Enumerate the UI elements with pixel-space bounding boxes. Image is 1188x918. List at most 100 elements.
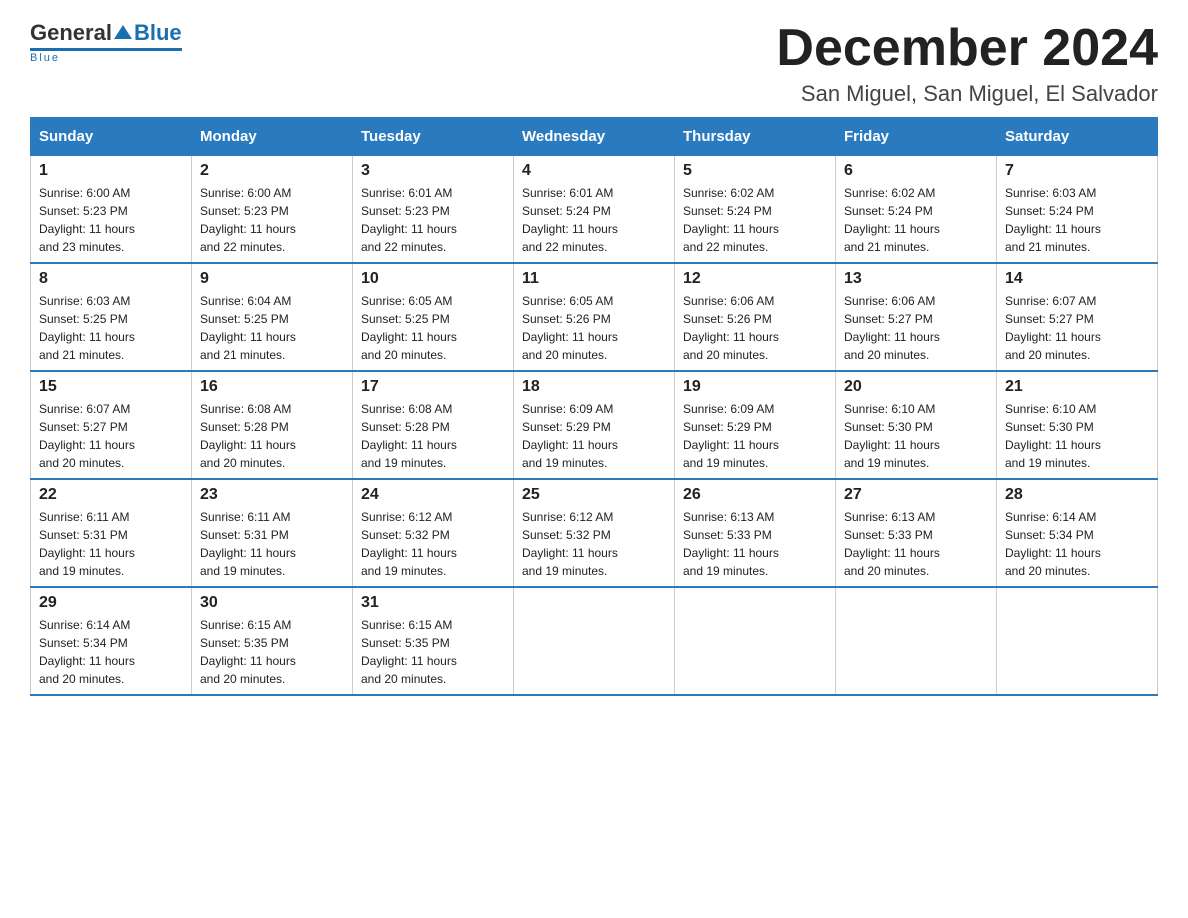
day-info: Sunrise: 6:08 AM Sunset: 5:28 PM Dayligh… [200, 400, 344, 472]
day-info: Sunrise: 6:09 AM Sunset: 5:29 PM Dayligh… [683, 400, 827, 472]
calendar-cell: 12 Sunrise: 6:06 AM Sunset: 5:26 PM Dayli… [675, 263, 836, 371]
day-number: 29 [39, 594, 183, 612]
day-number: 11 [522, 270, 666, 288]
calendar-cell: 31Sunrise: 6:15 AM Sunset: 5:35 PM Dayli… [353, 587, 514, 695]
day-info: Sunrise: 6:15 AM Sunset: 5:35 PM Dayligh… [200, 616, 344, 688]
day-number: 28 [1005, 486, 1149, 504]
day-number: 24 [361, 486, 505, 504]
day-info: Sunrise: 6:00 AM Sunset: 5:23 PM Dayligh… [39, 184, 183, 256]
calendar-cell: 11Sunrise: 6:05 AM Sunset: 5:26 PM Dayli… [514, 263, 675, 371]
calendar-cell: 10 Sunrise: 6:05 AM Sunset: 5:25 PM Dayli… [353, 263, 514, 371]
day-info: Sunrise: 6:15 AM Sunset: 5:35 PM Dayligh… [361, 616, 505, 688]
day-info: Sunrise: 6:13 AM Sunset: 5:33 PM Dayligh… [844, 508, 988, 580]
day-info: Sunrise: 6:01 AM Sunset: 5:24 PM Dayligh… [522, 184, 666, 256]
page-subtitle: San Miguel, San Miguel, El Salvador [776, 81, 1158, 107]
calendar-cell: 6Sunrise: 6:02 AM Sunset: 5:24 PM Daylig… [836, 156, 997, 264]
calendar-header-saturday: Saturday [997, 118, 1158, 156]
day-number: 19 [683, 378, 827, 396]
calendar-header-friday: Friday [836, 118, 997, 156]
day-number: 17 [361, 378, 505, 396]
calendar-cell: 18 Sunrise: 6:09 AM Sunset: 5:29 PM Dayli… [514, 371, 675, 479]
calendar-header-monday: Monday [192, 118, 353, 156]
day-number: 20 [844, 378, 988, 396]
day-info: Sunrise: 6:02 AM Sunset: 5:24 PM Dayligh… [683, 184, 827, 256]
day-info: Sunrise: 6:00 AM Sunset: 5:23 PM Dayligh… [200, 184, 344, 256]
calendar-cell: 4 Sunrise: 6:01 AM Sunset: 5:24 PM Daylig… [514, 156, 675, 264]
calendar-week-2: 8 Sunrise: 6:03 AM Sunset: 5:25 PM Daylig… [31, 263, 1158, 371]
calendar-cell: 19 Sunrise: 6:09 AM Sunset: 5:29 PM Dayli… [675, 371, 836, 479]
day-number: 30 [200, 594, 344, 612]
day-info: Sunrise: 6:03 AM Sunset: 5:25 PM Dayligh… [39, 292, 183, 364]
calendar-cell: 24 Sunrise: 6:12 AM Sunset: 5:32 PM Dayli… [353, 479, 514, 587]
day-info: Sunrise: 6:14 AM Sunset: 5:34 PM Dayligh… [39, 616, 183, 688]
logo-tagline: Blue [30, 52, 60, 64]
logo: General Blue Blue [30, 20, 182, 64]
day-info: Sunrise: 6:05 AM Sunset: 5:25 PM Dayligh… [361, 292, 505, 364]
day-info: Sunrise: 6:13 AM Sunset: 5:33 PM Dayligh… [683, 508, 827, 580]
day-info: Sunrise: 6:14 AM Sunset: 5:34 PM Dayligh… [1005, 508, 1149, 580]
title-block: December 2024 San Miguel, San Miguel, El… [776, 20, 1158, 107]
page-title: December 2024 [776, 20, 1158, 77]
day-number: 8 [39, 270, 183, 288]
day-info: Sunrise: 6:08 AM Sunset: 5:28 PM Dayligh… [361, 400, 505, 472]
day-number: 21 [1005, 378, 1149, 396]
calendar-cell: 25Sunrise: 6:12 AM Sunset: 5:32 PM Dayli… [514, 479, 675, 587]
day-info: Sunrise: 6:01 AM Sunset: 5:23 PM Dayligh… [361, 184, 505, 256]
calendar-week-3: 15 Sunrise: 6:07 AM Sunset: 5:27 PM Dayli… [31, 371, 1158, 479]
day-number: 26 [683, 486, 827, 504]
day-number: 22 [39, 486, 183, 504]
calendar-cell [675, 587, 836, 695]
day-info: Sunrise: 6:10 AM Sunset: 5:30 PM Dayligh… [1005, 400, 1149, 472]
day-number: 4 [522, 162, 666, 180]
day-info: Sunrise: 6:07 AM Sunset: 5:27 PM Dayligh… [39, 400, 183, 472]
logo-general-text: General [30, 20, 112, 46]
day-info: Sunrise: 6:06 AM Sunset: 5:26 PM Dayligh… [683, 292, 827, 364]
calendar-cell: 23Sunrise: 6:11 AM Sunset: 5:31 PM Dayli… [192, 479, 353, 587]
day-info: Sunrise: 6:07 AM Sunset: 5:27 PM Dayligh… [1005, 292, 1149, 364]
calendar-cell: 27Sunrise: 6:13 AM Sunset: 5:33 PM Dayli… [836, 479, 997, 587]
calendar-cell [836, 587, 997, 695]
day-number: 16 [200, 378, 344, 396]
calendar-cell: 13 Sunrise: 6:06 AM Sunset: 5:27 PM Dayli… [836, 263, 997, 371]
calendar-week-1: 1Sunrise: 6:00 AM Sunset: 5:23 PM Daylig… [31, 156, 1158, 264]
calendar-week-4: 22 Sunrise: 6:11 AM Sunset: 5:31 PM Dayli… [31, 479, 1158, 587]
day-number: 2 [200, 162, 344, 180]
day-info: Sunrise: 6:06 AM Sunset: 5:27 PM Dayligh… [844, 292, 988, 364]
calendar-cell: 29 Sunrise: 6:14 AM Sunset: 5:34 PM Dayli… [31, 587, 192, 695]
day-number: 25 [522, 486, 666, 504]
calendar-header-sunday: Sunday [31, 118, 192, 156]
calendar-cell: 26 Sunrise: 6:13 AM Sunset: 5:33 PM Dayli… [675, 479, 836, 587]
calendar-cell: 22Sunrise: 6:11 AM Sunset: 5:31 PM Dayli… [31, 479, 192, 587]
calendar-cell: 15 Sunrise: 6:07 AM Sunset: 5:27 PM Dayli… [31, 371, 192, 479]
calendar-cell: 7 Sunrise: 6:03 AM Sunset: 5:24 PM Daylig… [997, 156, 1158, 264]
day-info: Sunrise: 6:11 AM Sunset: 5:31 PM Dayligh… [200, 508, 344, 580]
calendar-cell: 8 Sunrise: 6:03 AM Sunset: 5:25 PM Daylig… [31, 263, 192, 371]
day-number: 15 [39, 378, 183, 396]
calendar-cell: 16 Sunrise: 6:08 AM Sunset: 5:28 PM Dayli… [192, 371, 353, 479]
calendar-cell: 20 Sunrise: 6:10 AM Sunset: 5:30 PM Dayli… [836, 371, 997, 479]
day-number: 7 [1005, 162, 1149, 180]
day-number: 18 [522, 378, 666, 396]
calendar-table: SundayMondayTuesdayWednesdayThursdayFrid… [30, 117, 1158, 696]
day-info: Sunrise: 6:10 AM Sunset: 5:30 PM Dayligh… [844, 400, 988, 472]
day-info: Sunrise: 6:04 AM Sunset: 5:25 PM Dayligh… [200, 292, 344, 364]
day-number: 5 [683, 162, 827, 180]
calendar-cell [514, 587, 675, 695]
logo-blue-text: Blue [134, 20, 182, 46]
day-number: 10 [361, 270, 505, 288]
calendar-cell: 2 Sunrise: 6:00 AM Sunset: 5:23 PM Daylig… [192, 156, 353, 264]
day-info: Sunrise: 6:09 AM Sunset: 5:29 PM Dayligh… [522, 400, 666, 472]
day-number: 14 [1005, 270, 1149, 288]
day-info: Sunrise: 6:02 AM Sunset: 5:24 PM Dayligh… [844, 184, 988, 256]
calendar-cell: 9Sunrise: 6:04 AM Sunset: 5:25 PM Daylig… [192, 263, 353, 371]
calendar-cell: 17 Sunrise: 6:08 AM Sunset: 5:28 PM Dayli… [353, 371, 514, 479]
day-number: 13 [844, 270, 988, 288]
calendar-cell: 5 Sunrise: 6:02 AM Sunset: 5:24 PM Daylig… [675, 156, 836, 264]
calendar-header-thursday: Thursday [675, 118, 836, 156]
day-number: 12 [683, 270, 827, 288]
day-info: Sunrise: 6:12 AM Sunset: 5:32 PM Dayligh… [361, 508, 505, 580]
calendar-cell: 28 Sunrise: 6:14 AM Sunset: 5:34 PM Dayli… [997, 479, 1158, 587]
calendar-header-tuesday: Tuesday [353, 118, 514, 156]
day-info: Sunrise: 6:03 AM Sunset: 5:24 PM Dayligh… [1005, 184, 1149, 256]
calendar-header-wednesday: Wednesday [514, 118, 675, 156]
